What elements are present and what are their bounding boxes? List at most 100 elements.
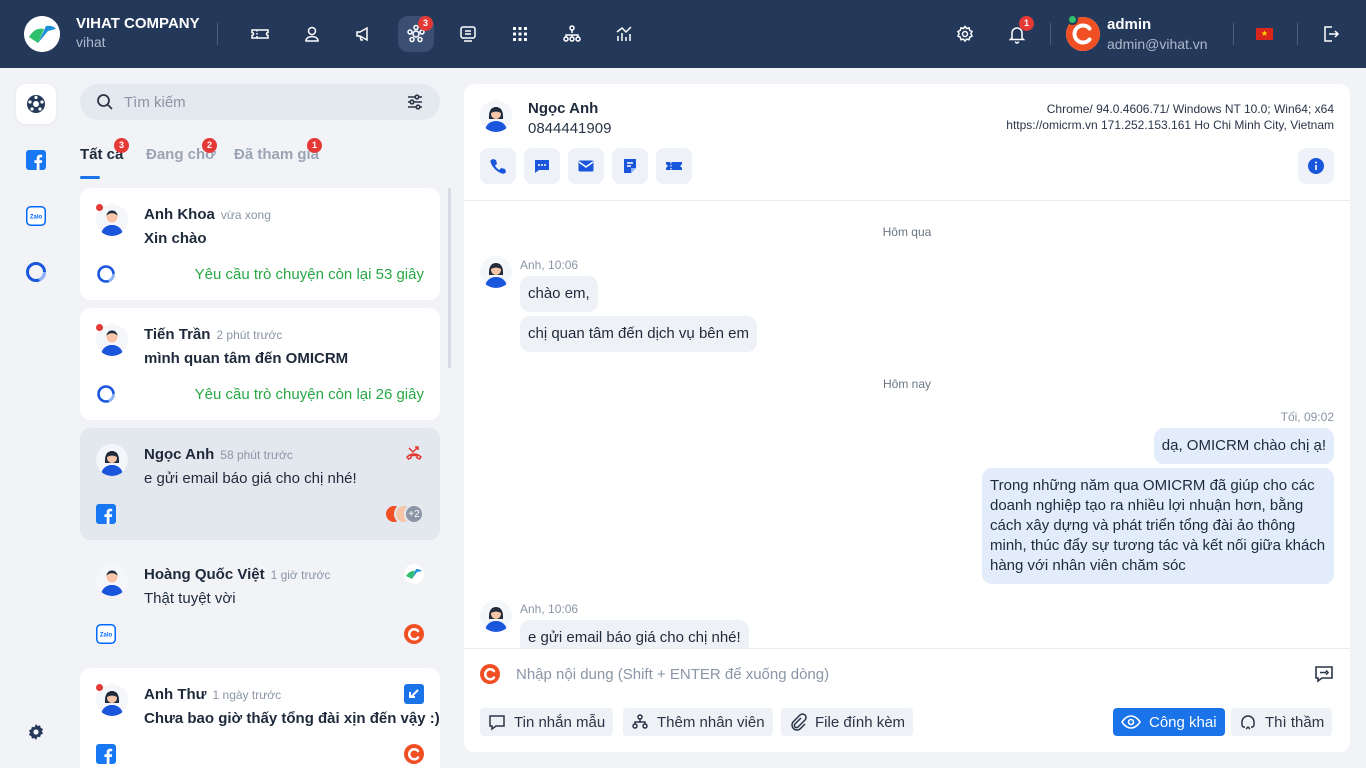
zalo-channel-icon: Zalo (96, 624, 116, 644)
rail-zalo-icon[interactable]: Zalo (16, 196, 56, 236)
message-meta: Anh, 10:06 (520, 258, 579, 272)
divider (464, 200, 1350, 201)
last-message: e gửi email báo giá cho chị nhé! (144, 470, 357, 487)
missed-call-icon[interactable] (404, 444, 424, 464)
tab-joined[interactable]: Đã tham gia (234, 146, 319, 163)
client-origin: https://omicrm.vn 171.252.153.161 Ho Chi… (1006, 118, 1334, 132)
whisper-icon (1241, 715, 1255, 730)
chat-panel: Ngọc Anh 0844441909 Chrome/ 94.0.4606.71… (464, 84, 1350, 752)
search-bar: Tìm kiếm (80, 84, 440, 120)
contact-name: Anh Khoa vừa xong (144, 206, 271, 223)
conversation-item[interactable]: Tiến Trần 2 phút trước mình quan tâm đến … (80, 308, 440, 420)
whisper-mode-label: Thì thầm (1265, 713, 1325, 731)
contact-name: Tiến Trần 2 phút trước (144, 326, 283, 343)
list-scrollbar[interactable] (448, 188, 451, 368)
message-avatar (480, 600, 512, 632)
message-input[interactable]: Nhập nội dung (Shift + ENTER để xuống dò… (516, 666, 829, 683)
incoming-message: chào em, (520, 276, 598, 312)
rail-facebook-icon[interactable] (16, 140, 56, 180)
participants-more: +2 (404, 504, 424, 524)
message-time: 58 phút trước (220, 448, 293, 462)
incoming-call-icon[interactable] (404, 684, 424, 704)
logout-icon[interactable] (1313, 16, 1349, 52)
template-message-button[interactable]: Tin nhắn mẫu (480, 708, 614, 736)
ticket-button[interactable] (656, 148, 692, 184)
template-message-label: Tin nhắn mẫu (514, 713, 606, 731)
campaign-icon[interactable] (346, 16, 382, 52)
outgoing-message: dạ, OMICRM chào chị ạ! (1153, 428, 1334, 464)
divider (217, 23, 218, 45)
info-button[interactable] (1298, 148, 1334, 184)
conversation-item-selected[interactable]: Ngọc Anh 58 phút trước e gửi email báo gi… (80, 428, 440, 540)
outgoing-message: Trong những năm qua OMICRM đã giúp cho c… (982, 468, 1334, 584)
online-status-dot (1067, 14, 1078, 25)
contact-icon[interactable] (294, 16, 330, 52)
message-avatar (480, 256, 512, 288)
apps-icon[interactable] (502, 16, 538, 52)
last-message: Xin chào (144, 230, 207, 247)
chat-contact-name: Ngọc Anh (528, 100, 599, 117)
message-clip: e gửi email báo giá cho chị nhé! (520, 620, 749, 648)
unread-dot (96, 324, 103, 331)
contact-avatar[interactable] (480, 100, 512, 132)
settings-gear-icon[interactable] (947, 16, 983, 52)
user-email: admin@vihat.vn (1107, 36, 1208, 52)
tab-waiting-badge: 2 (202, 138, 217, 153)
search-input[interactable]: Tìm kiếm (124, 94, 186, 111)
divider (1297, 23, 1298, 45)
message-time: 2 phút trước (216, 328, 283, 342)
avatar (96, 444, 128, 476)
report-icon[interactable] (606, 16, 642, 52)
omicrm-sender-icon[interactable] (480, 664, 500, 684)
omicrm-channel-icon (96, 384, 116, 404)
client-agent: Chrome/ 94.0.4606.71/ Windows NT 10.0; W… (1046, 102, 1334, 116)
divider (1233, 23, 1234, 45)
attach-file-button[interactable]: File đính kèm (781, 708, 914, 736)
whisper-mode-button[interactable]: Thì thầm (1231, 708, 1333, 736)
send-icon[interactable] (1314, 664, 1334, 684)
vietnam-flag-icon[interactable]: ★ (1256, 28, 1273, 40)
rail-settings-gear-icon[interactable] (16, 712, 56, 752)
nav-badge: 3 (418, 16, 433, 31)
conversation-item[interactable]: Anh Thư 1 ngày trước Chưa bao giờ thấy tổ… (80, 668, 440, 768)
filter-icon[interactable] (406, 93, 424, 111)
incoming-message: chị quan tâm đến dịch vụ bên em (520, 316, 757, 352)
rail-omicrm-icon[interactable] (16, 252, 56, 292)
add-agent-button[interactable]: Thêm nhân viên (623, 708, 773, 736)
contact-name: Anh Thư 1 ngày trước (144, 686, 282, 703)
public-mode-button[interactable]: Công khai (1113, 708, 1225, 736)
company-info: VIHAT COMPANY vihat (76, 15, 200, 52)
add-agent-label: Thêm nhân viên (657, 713, 765, 731)
call-center-icon[interactable] (450, 16, 486, 52)
top-bar: VIHAT COMPANY vihat 3 1 admin admin@viha… (0, 0, 1366, 68)
svg-text:Zalo: Zalo (30, 215, 43, 221)
client-info: Chrome/ 94.0.4606.71/ Windows NT 10.0; W… (1006, 101, 1334, 133)
participants[interactable]: +2 (384, 504, 424, 524)
omicrm-channel-icon (96, 264, 116, 284)
company-logo[interactable] (24, 16, 60, 52)
rail-omnichannel-icon[interactable] (16, 84, 56, 124)
sms-button[interactable] (524, 148, 560, 184)
facebook-channel-icon (96, 504, 116, 524)
day-separator: Hôm nay (882, 377, 932, 391)
search-icon (96, 93, 114, 111)
unread-dot (96, 204, 103, 211)
notification-badge: 1 (1019, 16, 1034, 31)
divider (464, 648, 1350, 649)
user-name[interactable]: admin (1107, 15, 1151, 34)
org-chart-icon[interactable] (554, 16, 590, 52)
incoming-message: e gửi email báo giá cho chị nhé! (520, 620, 749, 648)
message-time: 1 giờ trước (270, 568, 331, 582)
conversation-item[interactable]: Hoàng Quốc Việt 1 giờ trước Thật tuyệt vờ… (80, 548, 440, 660)
message-meta: Tối, 09:02 (1280, 410, 1334, 424)
eye-icon (1121, 715, 1141, 729)
call-button[interactable] (480, 148, 516, 184)
day-separator: Hôm qua (882, 225, 932, 239)
last-message: mình quan tâm đến OMICRM (144, 350, 349, 367)
last-message: Thật tuyệt vời (144, 590, 236, 607)
request-countdown: Yêu cầu trò chuyện còn lại 53 giây (194, 266, 424, 283)
email-button[interactable] (568, 148, 604, 184)
note-button[interactable] (612, 148, 648, 184)
conversation-item[interactable]: Anh Khoa vừa xong Xin chào Yêu cầu trò ch… (80, 188, 440, 300)
ticket-icon[interactable] (242, 16, 278, 52)
